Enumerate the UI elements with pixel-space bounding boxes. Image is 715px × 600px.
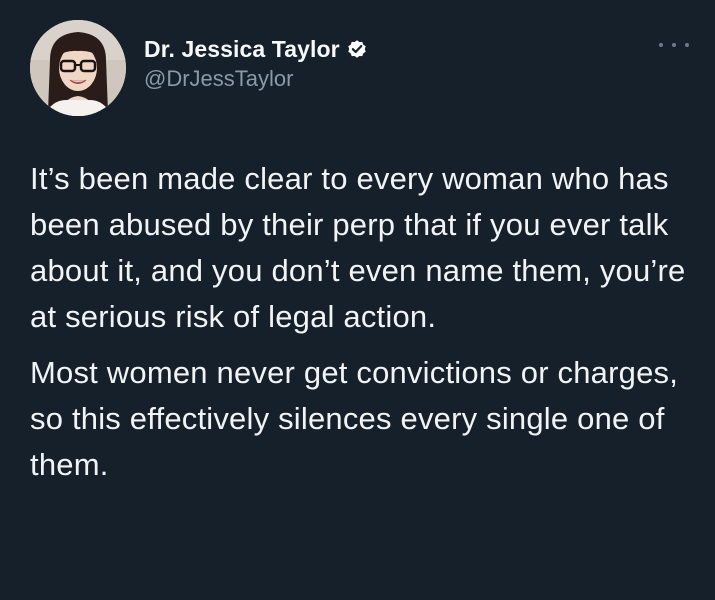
author-info: Dr. Jessica Taylor @DrJessTaylor — [144, 34, 368, 92]
user-handle[interactable]: @DrJessTaylor — [144, 66, 368, 92]
tweet-card: Dr. Jessica Taylor @DrJessTaylor It’s be… — [0, 0, 715, 600]
display-name[interactable]: Dr. Jessica Taylor — [144, 36, 340, 63]
avatar[interactable] — [30, 20, 126, 116]
more-dot — [659, 43, 663, 47]
tweet-text: It’s been made clear to every woman who … — [30, 156, 690, 488]
verified-badge-icon — [346, 38, 368, 60]
more-dot — [672, 43, 676, 47]
name-row: Dr. Jessica Taylor — [144, 34, 368, 64]
avatar-image — [30, 20, 126, 116]
tweet-paragraph-2: Most women never get convictions or char… — [30, 355, 679, 482]
tweet-paragraph-1: It’s been made clear to every woman who … — [30, 161, 686, 334]
tweet-header: Dr. Jessica Taylor @DrJessTaylor — [30, 20, 695, 116]
more-dot — [685, 43, 689, 47]
more-options-icon[interactable] — [659, 38, 689, 52]
